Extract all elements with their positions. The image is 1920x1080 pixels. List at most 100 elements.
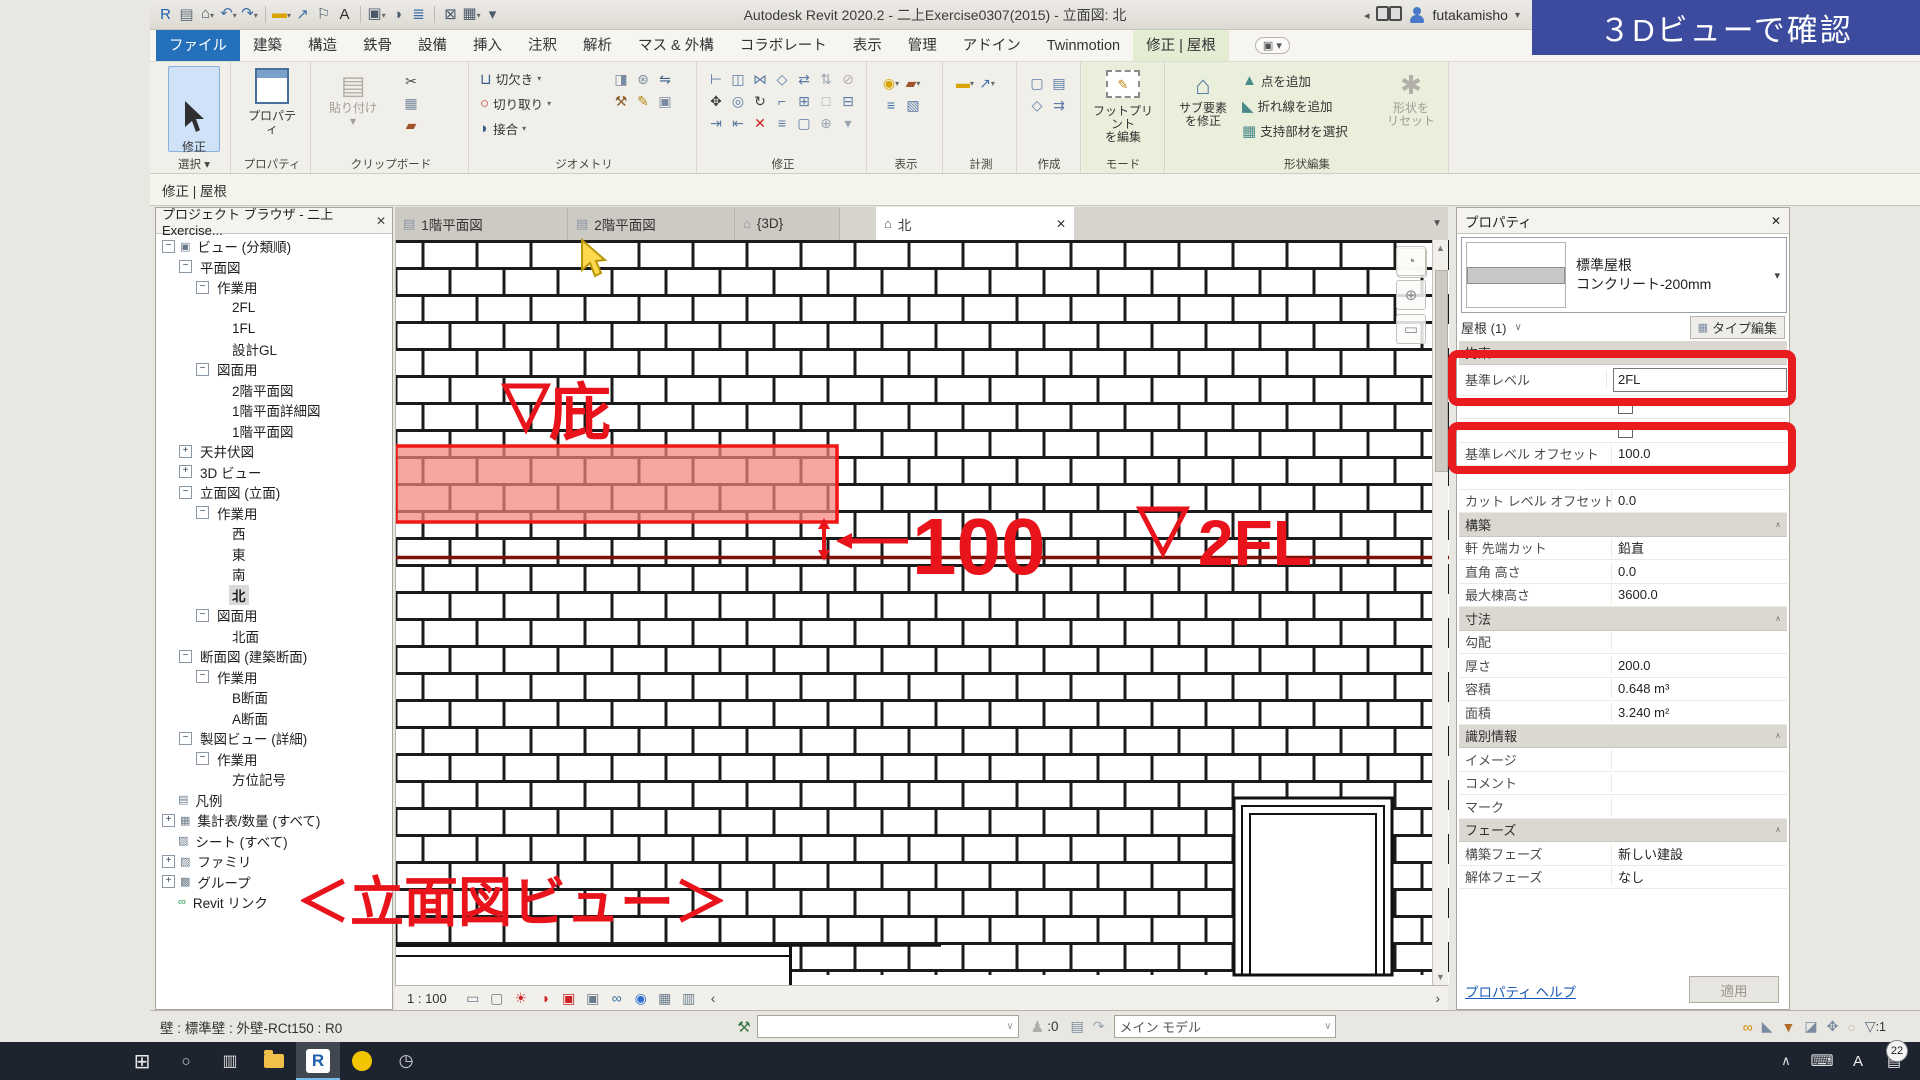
linework-icon[interactable]: ≡ bbox=[880, 94, 902, 116]
measure-between-refs-icon[interactable]: ▬▾ bbox=[954, 72, 976, 94]
workset-dropdown[interactable]: ∨ bbox=[757, 1015, 1019, 1038]
worksharing-display-icon[interactable]: ▥ bbox=[679, 990, 699, 1007]
create-assembly-icon[interactable]: ◇ bbox=[1026, 94, 1048, 116]
tree-item[interactable]: 西 bbox=[156, 523, 392, 544]
property-value[interactable]: 3600.0 bbox=[1612, 587, 1787, 602]
collapse-icon[interactable]: − bbox=[196, 670, 209, 683]
chevron-down-icon[interactable]: ∨ bbox=[1515, 322, 1522, 333]
match-icon[interactable]: ≡ bbox=[771, 112, 793, 134]
collapse-icon[interactable]: − bbox=[179, 260, 192, 273]
tree-item[interactable]: −図面用 bbox=[156, 359, 392, 380]
scroll-up-icon[interactable]: ▲ bbox=[1433, 240, 1448, 256]
trim-extend-single-icon[interactable]: ⇥ bbox=[705, 112, 727, 134]
property-value[interactable]: 3.240 m² bbox=[1612, 705, 1787, 720]
beam-joins-icon[interactable]: ⊛ bbox=[632, 68, 654, 90]
array-icon[interactable]: ⊞ bbox=[793, 90, 815, 112]
panel-label-select[interactable]: 選択 ▾ bbox=[158, 156, 230, 172]
select-pinned-elements-icon[interactable]: ▼ bbox=[1781, 1019, 1795, 1035]
task-view-icon[interactable]: ▥ bbox=[208, 1042, 252, 1080]
view-scale[interactable]: 1 : 100 bbox=[407, 991, 447, 1006]
notifications-icon[interactable]: ▤22 bbox=[1876, 1042, 1912, 1080]
collapse-icon[interactable]: − bbox=[179, 732, 192, 745]
tree-item[interactable]: 方位記号 bbox=[156, 769, 392, 790]
home-icon[interactable]: ⌂▾ bbox=[197, 0, 218, 30]
revit-app-icon[interactable]: R bbox=[155, 1, 176, 29]
property-section[interactable]: 識別情報∧ bbox=[1459, 725, 1787, 749]
property-section[interactable]: 構築∧ bbox=[1459, 513, 1787, 537]
ribbon-tab[interactable]: ファイル bbox=[156, 30, 240, 61]
tree-item[interactable]: −作業用 bbox=[156, 749, 392, 770]
tree-item[interactable]: −作業用 bbox=[156, 277, 392, 298]
add-point-icon[interactable]: ▲点を追加 bbox=[1242, 68, 1348, 93]
tree-item[interactable]: −▣ビュー (分類順) bbox=[156, 236, 392, 257]
tree-item[interactable]: +3D ビュー bbox=[156, 462, 392, 483]
revit-icon[interactable]: R bbox=[296, 1042, 340, 1080]
ribbon-display-toggle[interactable]: ▣ ▾ bbox=[1255, 37, 1290, 54]
displace-elements-icon[interactable]: ▧ bbox=[902, 94, 924, 116]
properties-button[interactable]: プロパティ bbox=[245, 68, 299, 150]
demolish-icon[interactable]: ⚒ bbox=[610, 90, 632, 112]
tree-item[interactable]: A断面 bbox=[156, 708, 392, 729]
user-menu-arrow-icon[interactable]: ▾ bbox=[1515, 10, 1520, 21]
tree-item[interactable]: −断面図 (建築断面) bbox=[156, 646, 392, 667]
tree-item[interactable]: 2階平面図 bbox=[156, 380, 392, 401]
worksets-icon[interactable]: ⚒ bbox=[737, 1018, 750, 1036]
ribbon-tab[interactable]: コラボレート bbox=[727, 30, 840, 61]
scroll-thumb[interactable] bbox=[1435, 270, 1448, 472]
editing-requests-icon[interactable]: ♟ bbox=[1031, 1018, 1044, 1036]
select-links-icon[interactable]: ∞ bbox=[1743, 1019, 1753, 1035]
ribbon-tab[interactable]: マス & 外構 bbox=[625, 30, 727, 61]
tree-item[interactable]: −平面図 bbox=[156, 257, 392, 278]
thin-lines-icon[interactable]: ≣ bbox=[408, 1, 429, 29]
windows-start-icon[interactable]: ⊞ bbox=[120, 1042, 164, 1080]
property-value[interactable]: 鉛直 bbox=[1612, 538, 1787, 557]
override-graphics-icon[interactable]: ▰▾ bbox=[902, 72, 924, 94]
alarms-clock-icon[interactable]: ◷ bbox=[384, 1042, 428, 1080]
scale-icon[interactable]: ⊟ bbox=[837, 90, 859, 112]
ime-mode-icon[interactable]: A bbox=[1840, 1042, 1876, 1080]
close-icon[interactable]: ✕ bbox=[1771, 214, 1781, 228]
redo-icon[interactable]: ↷▾ bbox=[239, 0, 260, 30]
search-icon[interactable]: ○ bbox=[164, 1042, 208, 1080]
text-icon[interactable]: A bbox=[334, 1, 355, 29]
view-tab[interactable]: ▤1階平面図 bbox=[395, 207, 568, 240]
ribbon-tab[interactable]: 鉄骨 bbox=[350, 30, 405, 61]
mirror-draw-axis-icon[interactable]: ◇ bbox=[771, 68, 793, 90]
ribbon-tab[interactable]: 修正 | 屋根 bbox=[1133, 30, 1229, 61]
drag-elements-on-selection-icon[interactable]: ✥ bbox=[1827, 1018, 1839, 1035]
view-list-arrow-icon[interactable]: ▼ bbox=[1432, 218, 1448, 229]
property-value[interactable]: なし bbox=[1612, 867, 1787, 886]
collapse-icon[interactable]: − bbox=[196, 281, 209, 294]
collapse-icon[interactable]: − bbox=[196, 752, 209, 765]
lock-icon[interactable]: ⊕ bbox=[815, 112, 837, 134]
property-value[interactable]: 0.648 m³ bbox=[1612, 681, 1787, 696]
navigation-bar-icon[interactable]: ▭ bbox=[1396, 314, 1426, 344]
undo-icon[interactable]: ↶▾ bbox=[218, 0, 239, 30]
editing-requests-icon[interactable]: ▤ bbox=[1070, 1018, 1083, 1035]
pin-icon[interactable]: □ bbox=[815, 90, 837, 112]
chevron-down-icon[interactable]: ▾ bbox=[1774, 269, 1780, 282]
ribbon-tab[interactable]: 解析 bbox=[570, 30, 625, 61]
vertical-scrollbar[interactable]: ▲ ▼ bbox=[1432, 240, 1448, 985]
ribbon-tab[interactable]: Twinmotion bbox=[1034, 30, 1133, 61]
yellow-app-icon[interactable] bbox=[340, 1042, 384, 1080]
expand-icon[interactable]: + bbox=[179, 445, 192, 458]
expand-icon[interactable]: + bbox=[179, 465, 192, 478]
cut-geometry-icon[interactable]: ○切り取り▾ bbox=[480, 91, 551, 116]
tree-item[interactable]: ▤凡例 bbox=[156, 790, 392, 811]
copy-icon[interactable]: ◎ bbox=[727, 90, 749, 112]
cope-icon[interactable]: ⊔切欠き▾ bbox=[480, 66, 551, 91]
reveal-hidden-elements-icon[interactable]: ◉ bbox=[631, 990, 651, 1007]
shadows-off-icon[interactable]: ◑ bbox=[535, 990, 555, 1007]
expand-icon[interactable]: + bbox=[162, 814, 175, 827]
customize-quick-access-icon[interactable]: ▾ bbox=[482, 1, 503, 29]
tree-item[interactable]: 南 bbox=[156, 564, 392, 585]
tree-item[interactable]: 1FL bbox=[156, 318, 392, 339]
ribbon-tab[interactable]: 構造 bbox=[295, 30, 350, 61]
open-documents-icon[interactable]: ▤ bbox=[176, 1, 197, 29]
tag-by-category-icon[interactable]: ⚐ bbox=[313, 1, 334, 29]
ribbon-tab[interactable]: 設備 bbox=[405, 30, 460, 61]
tree-item[interactable]: 2FL bbox=[156, 298, 392, 319]
view-tab[interactable]: ⌂北✕ bbox=[876, 207, 1074, 240]
design-options-dropdown[interactable]: メイン モデル∨ bbox=[1114, 1015, 1336, 1038]
